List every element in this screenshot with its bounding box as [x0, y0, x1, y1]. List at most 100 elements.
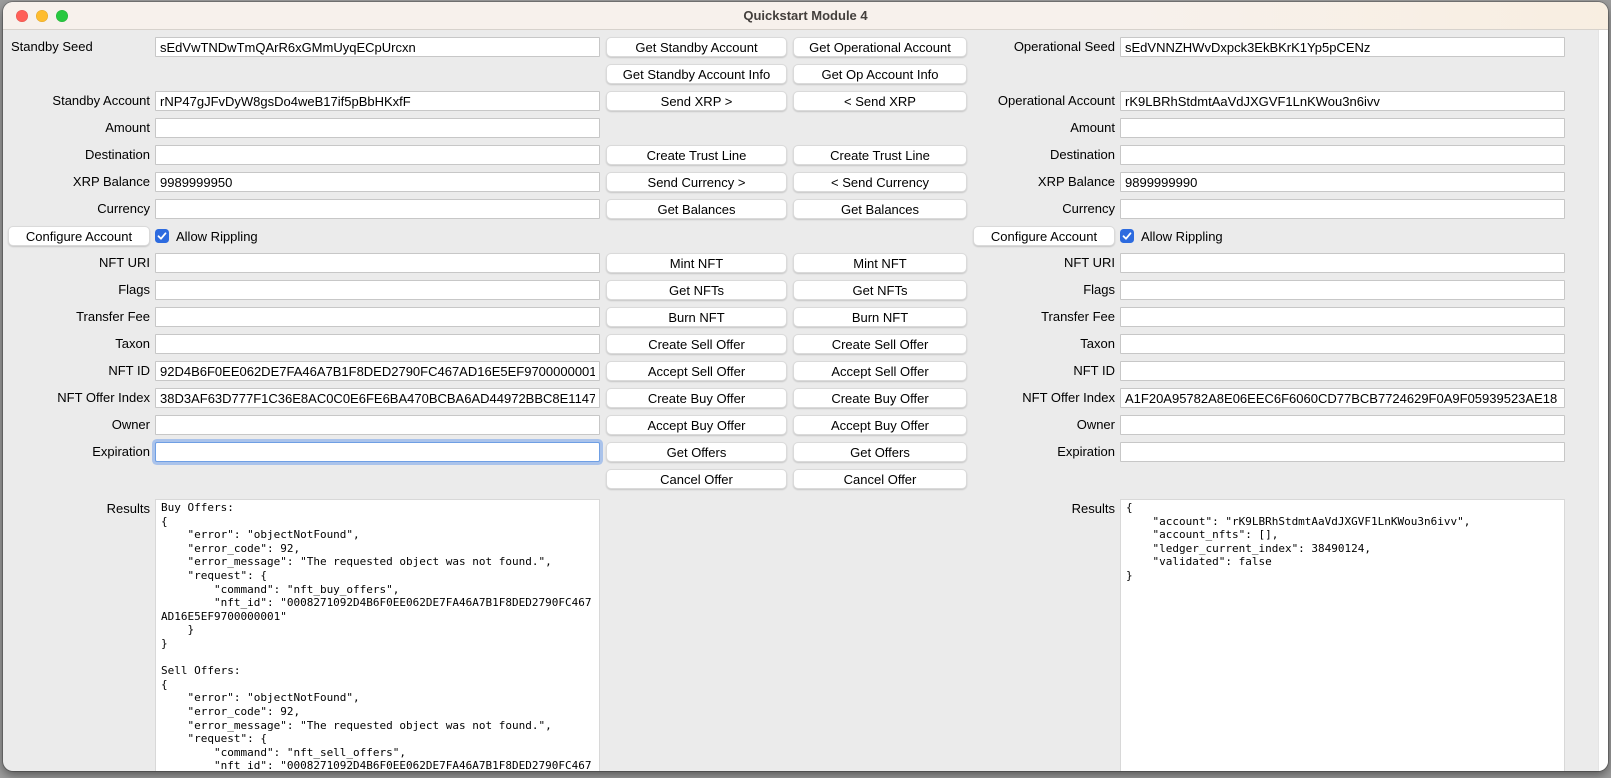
operational-cancel-offer-button[interactable]: Cancel Offer [793, 469, 967, 489]
get-standby-account-button[interactable]: Get Standby Account [606, 37, 787, 57]
operational-amount-input[interactable] [1120, 118, 1565, 138]
standby-account-label: Standby Account [8, 91, 150, 111]
operational-nft-uri-input[interactable] [1120, 253, 1565, 273]
standby-mint-nft-button[interactable]: Mint NFT [606, 253, 787, 273]
operational-nft-id-label: NFT ID [973, 361, 1115, 381]
operational-nft-id-input[interactable] [1120, 361, 1565, 381]
operational-get-nfts-button[interactable]: Get NFTs [793, 280, 967, 300]
minimize-window-icon[interactable] [36, 10, 48, 22]
standby-accept-sell-offer-button[interactable]: Accept Sell Offer [606, 361, 787, 381]
standby-allow-rippling-row: Allow Rippling [155, 226, 600, 246]
standby-destination-label: Destination [8, 145, 150, 165]
operational-accept-buy-offer-button[interactable]: Accept Buy Offer [793, 415, 967, 435]
app-window: Quickstart Module 4 Standby Seed Get Sta… [3, 2, 1608, 771]
operational-flags-input[interactable] [1120, 280, 1565, 300]
standby-amount-label: Amount [8, 118, 150, 138]
send-currency-right-button[interactable]: Send Currency > [606, 172, 787, 192]
send-currency-left-button[interactable]: < Send Currency [793, 172, 967, 192]
zoom-window-icon[interactable] [56, 10, 68, 22]
operational-xrp-balance-input[interactable] [1120, 172, 1565, 192]
operational-amount-label: Amount [973, 118, 1115, 138]
standby-configure-account-button[interactable]: Configure Account [8, 226, 150, 246]
standby-currency-label: Currency [8, 199, 150, 219]
operational-owner-input[interactable] [1120, 415, 1565, 435]
standby-nft-offer-index-input[interactable] [155, 388, 600, 408]
operational-allow-rippling-label: Allow Rippling [1141, 229, 1223, 244]
standby-accept-buy-offer-button[interactable]: Accept Buy Offer [606, 415, 787, 435]
standby-account-input[interactable] [155, 91, 600, 111]
standby-create-buy-offer-button[interactable]: Create Buy Offer [606, 388, 787, 408]
main-content: Standby Seed Get Standby Account Get Ope… [3, 30, 1608, 771]
operational-seed-input[interactable] [1120, 37, 1565, 57]
operational-create-buy-offer-button[interactable]: Create Buy Offer [793, 388, 967, 408]
operational-results-label: Results [973, 501, 1115, 516]
standby-get-nfts-button[interactable]: Get NFTs [606, 280, 787, 300]
operational-flags-label: Flags [973, 280, 1115, 300]
standby-get-offers-button[interactable]: Get Offers [606, 442, 787, 462]
standby-results-text: Buy Offers: { "error": "objectNotFound",… [156, 500, 599, 771]
standby-nft-offer-index-label: NFT Offer Index [8, 388, 150, 408]
standby-currency-input[interactable] [155, 199, 600, 219]
operational-currency-label: Currency [973, 199, 1115, 219]
scrollbar-track[interactable] [1598, 30, 1608, 771]
operational-accept-sell-offer-button[interactable]: Accept Sell Offer [793, 361, 967, 381]
standby-create-sell-offer-button[interactable]: Create Sell Offer [606, 334, 787, 354]
standby-taxon-input[interactable] [155, 334, 600, 354]
operational-get-offers-button[interactable]: Get Offers [793, 442, 967, 462]
standby-burn-nft-button[interactable]: Burn NFT [606, 307, 787, 327]
operational-account-input[interactable] [1120, 91, 1565, 111]
operational-currency-input[interactable] [1120, 199, 1565, 219]
standby-destination-input[interactable] [155, 145, 600, 165]
operational-taxon-input[interactable] [1120, 334, 1565, 354]
operational-nft-offer-index-label: NFT Offer Index [973, 388, 1115, 408]
operational-nft-offer-index-input[interactable] [1120, 388, 1565, 408]
operational-destination-input[interactable] [1120, 145, 1565, 165]
close-window-icon[interactable] [16, 10, 28, 22]
standby-owner-input[interactable] [155, 415, 600, 435]
standby-expiration-input[interactable] [155, 442, 600, 462]
operational-xrp-balance-label: XRP Balance [973, 172, 1115, 192]
operational-account-label: Operational Account [973, 91, 1115, 111]
standby-xrp-balance-input[interactable] [155, 172, 600, 192]
operational-owner-label: Owner [973, 415, 1115, 435]
operational-allow-rippling-row: Allow Rippling [1120, 226, 1565, 246]
operational-nft-uri-label: NFT URI [973, 253, 1115, 273]
operational-seed-label: Operational Seed [973, 37, 1115, 57]
operational-configure-account-button[interactable]: Configure Account [973, 226, 1115, 246]
operational-transfer-fee-label: Transfer Fee [973, 307, 1115, 327]
standby-transfer-fee-input[interactable] [155, 307, 600, 327]
operational-mint-nft-button[interactable]: Mint NFT [793, 253, 967, 273]
send-xrp-left-button[interactable]: < Send XRP [793, 91, 967, 111]
standby-results-area[interactable]: Buy Offers: { "error": "objectNotFound",… [155, 499, 600, 771]
standby-get-balances-button[interactable]: Get Balances [606, 199, 787, 219]
standby-seed-input[interactable] [155, 37, 600, 57]
operational-results-text: { "account": "rK9LBRhStdmtAaVdJXGVF1LnKW… [1121, 500, 1564, 583]
operational-allow-rippling-checkbox[interactable] [1120, 229, 1134, 243]
standby-cancel-offer-button[interactable]: Cancel Offer [606, 469, 787, 489]
operational-expiration-input[interactable] [1120, 442, 1565, 462]
standby-nft-id-input[interactable] [155, 361, 600, 381]
operational-create-sell-offer-button[interactable]: Create Sell Offer [793, 334, 967, 354]
get-operational-account-button[interactable]: Get Operational Account [793, 37, 967, 57]
standby-allow-rippling-label: Allow Rippling [176, 229, 258, 244]
get-op-account-info-button[interactable]: Get Op Account Info [793, 64, 967, 84]
operational-transfer-fee-input[interactable] [1120, 307, 1565, 327]
standby-results-label: Results [8, 501, 150, 516]
standby-create-trust-line-button[interactable]: Create Trust Line [606, 145, 787, 165]
standby-expiration-label: Expiration [8, 442, 150, 462]
standby-seed-label: Standby Seed [8, 37, 150, 57]
standby-nft-id-label: NFT ID [8, 361, 150, 381]
send-xrp-right-button[interactable]: Send XRP > [606, 91, 787, 111]
standby-flags-input[interactable] [155, 280, 600, 300]
operational-burn-nft-button[interactable]: Burn NFT [793, 307, 967, 327]
get-standby-account-info-button[interactable]: Get Standby Account Info [606, 64, 787, 84]
operational-create-trust-line-button[interactable]: Create Trust Line [793, 145, 967, 165]
standby-nft-uri-input[interactable] [155, 253, 600, 273]
standby-nft-uri-label: NFT URI [8, 253, 150, 273]
operational-results-area[interactable]: { "account": "rK9LBRhStdmtAaVdJXGVF1LnKW… [1120, 499, 1565, 771]
standby-owner-label: Owner [8, 415, 150, 435]
standby-transfer-fee-label: Transfer Fee [8, 307, 150, 327]
standby-allow-rippling-checkbox[interactable] [155, 229, 169, 243]
operational-get-balances-button[interactable]: Get Balances [793, 199, 967, 219]
standby-amount-input[interactable] [155, 118, 600, 138]
